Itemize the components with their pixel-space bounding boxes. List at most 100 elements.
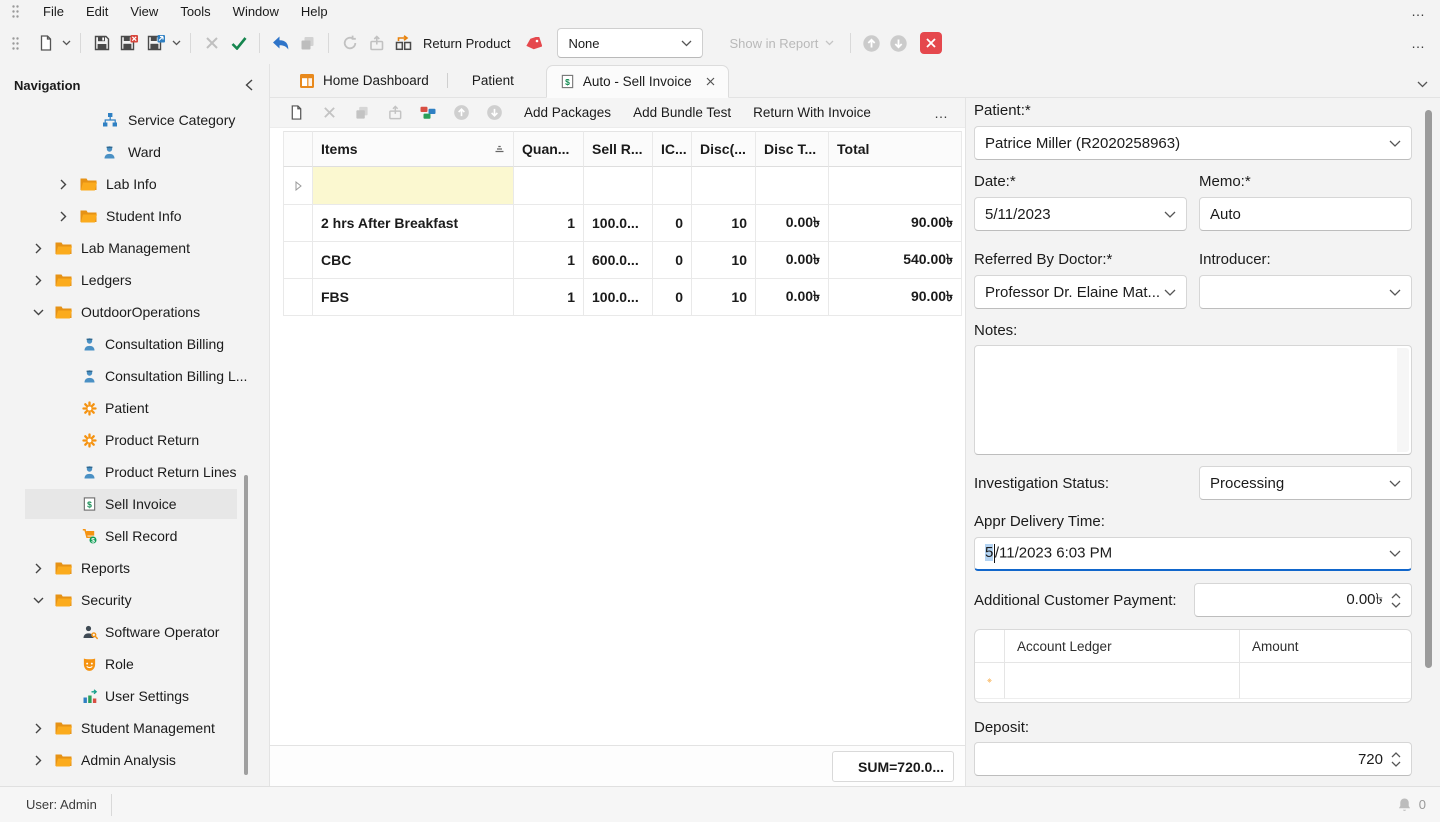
sidebar-item-admin-analysis[interactable]: Admin Analysis	[0, 744, 269, 776]
toolbar-grip-icon[interactable]	[10, 36, 20, 50]
collapse-panel-icon[interactable]	[245, 79, 253, 91]
menu-window[interactable]: Window	[222, 2, 290, 21]
sidebar-scrollbar[interactable]	[244, 475, 248, 775]
total-cell[interactable]: 90.00৳	[829, 279, 962, 316]
disc-total-cell[interactable]: 0.00৳	[756, 242, 829, 279]
sidebar-item-consultation-billing[interactable]: Consultation Billing	[0, 328, 269, 360]
sidebar-item-outdooroperations[interactable]: OutdoorOperations	[0, 296, 269, 328]
form-panel-scrollbar[interactable]	[1425, 110, 1432, 668]
spin-down-icon[interactable]	[1391, 602, 1401, 608]
chevron-right-icon[interactable]	[31, 723, 45, 734]
column-header-disc-percent[interactable]: Disc(...	[692, 131, 756, 167]
appr-delivery-time-field[interactable]: 5/11/2023 6:03 PM	[974, 537, 1412, 571]
save-button[interactable]	[88, 30, 115, 57]
amount-cell[interactable]	[1240, 663, 1411, 699]
new-row-items-cell[interactable]	[313, 167, 514, 205]
items-cell[interactable]: FBS	[313, 279, 514, 316]
column-header-ic[interactable]: IC...	[653, 131, 692, 167]
new-document-button[interactable]	[32, 30, 59, 57]
notes-textarea[interactable]	[974, 345, 1412, 455]
disc-percent-cell[interactable]: 10	[692, 205, 756, 242]
save-and-new-button[interactable]	[142, 30, 169, 57]
tab-close-icon[interactable]	[706, 77, 715, 86]
referred-by-doctor-dropdown[interactable]: Professor Dr. Elaine Mat...	[974, 275, 1187, 309]
ledger-new-row[interactable]	[975, 663, 1411, 699]
chevron-right-icon[interactable]	[56, 179, 70, 190]
sidebar-item-ward[interactable]: Ward	[0, 136, 269, 168]
new-row-cell[interactable]	[653, 167, 692, 205]
menu-overflow-button[interactable]: …	[1411, 3, 1426, 19]
chevron-right-icon[interactable]	[31, 275, 45, 286]
sidebar-item-student-info[interactable]: Student Info	[0, 200, 269, 232]
items-cell[interactable]: CBC	[313, 242, 514, 279]
copy-line-icon[interactable]	[348, 101, 376, 125]
tab-list-chevron[interactable]	[1417, 81, 1428, 88]
grid-new-row[interactable]	[283, 167, 962, 205]
patient-dropdown[interactable]: Patrice Miller (R2020258963)	[974, 126, 1412, 160]
sidebar-item-service-category[interactable]: Service Category	[0, 104, 269, 136]
disc-percent-cell[interactable]: 10	[692, 242, 756, 279]
quantity-cell[interactable]: 1	[514, 205, 584, 242]
copy-button[interactable]	[294, 30, 321, 57]
column-header-total[interactable]: Total	[829, 131, 962, 167]
delete-line-icon[interactable]	[315, 101, 343, 125]
chevron-down-icon[interactable]	[31, 309, 45, 316]
investigation-status-dropdown[interactable]: Processing	[1199, 466, 1412, 500]
grid-toolbar-overflow-button[interactable]: …	[934, 105, 949, 121]
new-row-cell[interactable]	[584, 167, 653, 205]
move-up-button[interactable]	[858, 30, 885, 57]
menu-tools[interactable]: Tools	[169, 2, 221, 21]
column-header-sell-rate[interactable]: Sell R...	[584, 131, 653, 167]
ic-cell[interactable]: 0	[653, 279, 692, 316]
account-ledger-cell[interactable]	[1005, 663, 1240, 699]
row-down-button[interactable]	[480, 101, 508, 125]
items-cell[interactable]: 2 hrs After Breakfast	[313, 205, 514, 242]
chevron-right-icon[interactable]	[31, 563, 45, 574]
disc-percent-cell[interactable]: 10	[692, 279, 756, 316]
undo-button[interactable]	[267, 30, 294, 57]
column-header-items[interactable]: Items	[313, 131, 514, 167]
export-line-icon[interactable]	[381, 101, 409, 125]
new-row-cell[interactable]	[692, 167, 756, 205]
disc-total-cell[interactable]: 0.00৳	[756, 205, 829, 242]
sell-rate-cell[interactable]: 100.0...	[584, 279, 653, 316]
tab-home-dashboard[interactable]: Home Dashboard	[283, 64, 445, 97]
table-row[interactable]: CBC 1 600.0... 0 10 0.00৳ 540.00৳	[283, 242, 962, 279]
table-row[interactable]: 2 hrs After Breakfast 1 100.0... 0 10 0.…	[283, 205, 962, 242]
new-row-cell[interactable]	[756, 167, 829, 205]
sidebar-item-security[interactable]: Security	[0, 584, 269, 616]
export-button[interactable]	[363, 30, 390, 57]
tab-patient[interactable]: Patient	[450, 64, 536, 97]
spin-down-icon[interactable]	[1391, 761, 1401, 767]
chevron-right-icon[interactable]	[31, 243, 45, 254]
new-document-dropdown-chevron[interactable]	[59, 30, 73, 57]
chevron-down-icon[interactable]	[31, 597, 45, 604]
quantity-cell[interactable]: 1	[514, 279, 584, 316]
memo-field[interactable]: Auto	[1199, 197, 1412, 231]
sidebar-item-product-return-lines[interactable]: Product Return Lines	[0, 456, 269, 488]
spin-up-icon[interactable]	[1391, 752, 1401, 758]
sidebar-item-ledgers[interactable]: Ledgers	[0, 264, 269, 296]
new-row-cell[interactable]	[514, 167, 584, 205]
introducer-dropdown[interactable]	[1199, 275, 1412, 309]
sidebar-item-user-settings[interactable]: User Settings	[0, 680, 269, 712]
column-header-disc-total[interactable]: Disc T...	[756, 131, 829, 167]
ic-cell[interactable]: 0	[653, 242, 692, 279]
notifications-bell-icon[interactable]	[1397, 797, 1412, 813]
additional-customer-payment-spinner[interactable]: 0.00৳	[1194, 583, 1412, 617]
sidebar-item-lab-info[interactable]: Lab Info	[0, 168, 269, 200]
column-header-account-ledger[interactable]: Account Ledger	[1005, 630, 1240, 663]
sidebar-item-patient[interactable]: Patient	[0, 392, 269, 424]
tab-auto-sell-invoice[interactable]: $ Auto - Sell Invoice	[546, 65, 729, 98]
sidebar-item-sell-invoice[interactable]: $ Sell Invoice	[0, 488, 269, 520]
refresh-button[interactable]	[336, 30, 363, 57]
card-view-icon[interactable]	[414, 101, 442, 125]
return-product-label[interactable]: Return Product	[423, 36, 510, 51]
deposit-spinner[interactable]: 720	[974, 742, 1412, 776]
sidebar-item-role[interactable]: Role	[0, 648, 269, 680]
menu-edit[interactable]: Edit	[75, 2, 119, 21]
ic-cell[interactable]: 0	[653, 205, 692, 242]
cancel-edit-icon[interactable]	[198, 30, 225, 57]
add-packages-button[interactable]: Add Packages	[513, 105, 622, 120]
save-and-close-button[interactable]	[115, 30, 142, 57]
